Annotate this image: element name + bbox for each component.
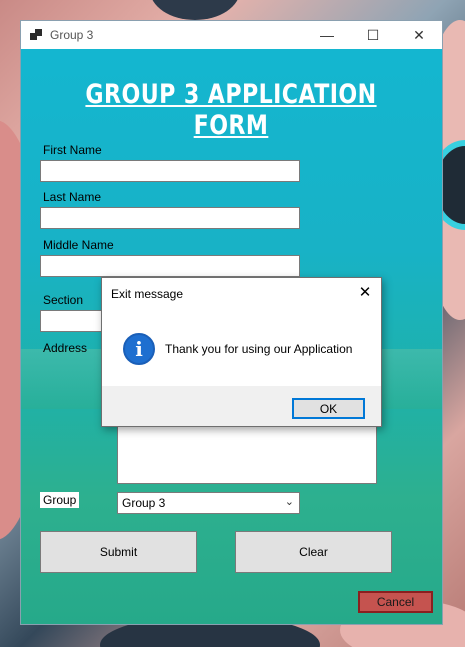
last-name-field[interactable]: [40, 207, 300, 229]
cancel-button[interactable]: Cancel: [358, 591, 433, 613]
last-name-label: Last Name: [43, 190, 102, 204]
ok-button-label: OK: [319, 401, 338, 416]
maximize-button[interactable]: ☐: [350, 21, 396, 49]
first-name-field[interactable]: [40, 160, 300, 182]
submit-button[interactable]: Submit: [40, 531, 197, 573]
title-bar[interactable]: Group 3 — ☐ ✕: [21, 21, 442, 49]
first-name-label: First Name: [43, 143, 102, 157]
middle-name-label: Middle Name: [43, 238, 114, 252]
exit-message-dialog: Exit message ✕ i Thank you for using our…: [101, 277, 382, 427]
dialog-close-button[interactable]: ✕: [355, 283, 375, 301]
middle-name-field[interactable]: [40, 255, 300, 277]
dialog-message: Thank you for using our Application: [165, 342, 353, 356]
clear-button-label: Clear: [299, 545, 328, 559]
maximize-icon: ☐: [366, 26, 380, 43]
group-dropdown[interactable]: Group 3 ⌄: [117, 492, 300, 514]
cancel-button-label: Cancel: [376, 595, 415, 609]
minimize-button[interactable]: —: [304, 21, 350, 49]
ok-button[interactable]: OK: [292, 398, 365, 419]
app-icon: [30, 29, 42, 41]
form-heading: GROUP 3 APPLICATION FORM: [85, 79, 377, 141]
submit-button-label: Submit: [99, 545, 138, 559]
window-title: Group 3: [50, 28, 94, 42]
section-field[interactable]: [40, 310, 110, 332]
section-label: Section: [43, 293, 84, 307]
address-label: Address: [43, 341, 88, 355]
group-selected-value: Group 3: [122, 496, 166, 510]
close-icon: ✕: [413, 26, 425, 43]
chevron-down-icon: ⌄: [284, 496, 294, 508]
dialog-footer: OK: [102, 386, 381, 426]
dialog-title: Exit message: [111, 287, 184, 301]
group-label: Group: [40, 492, 80, 508]
clear-button[interactable]: Clear: [235, 531, 392, 573]
info-icon: i: [123, 333, 155, 365]
close-button[interactable]: ✕: [396, 21, 442, 49]
wallpaper-shape: [150, 0, 240, 20]
minimize-icon: —: [320, 27, 334, 43]
